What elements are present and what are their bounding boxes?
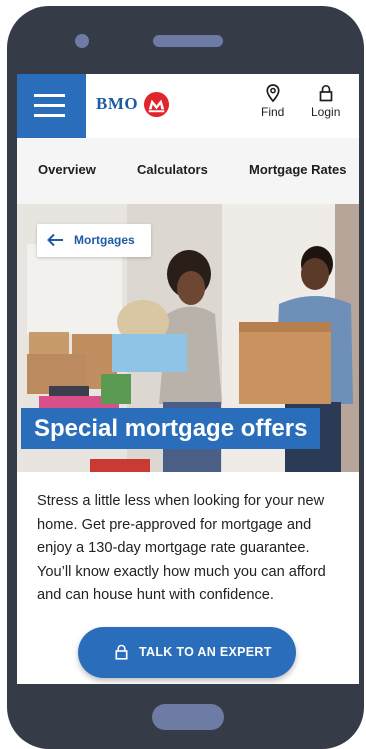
brand-logo-text[interactable]: BMO: [96, 94, 138, 114]
hero-banner: Mortgages Special mortgage offers: [17, 204, 359, 472]
tab-calculators[interactable]: Calculators: [137, 162, 208, 177]
lock-icon: [319, 84, 333, 102]
tab-overview[interactable]: Overview: [38, 162, 96, 177]
location-pin-icon: [266, 84, 280, 102]
login-button[interactable]: Login: [311, 84, 340, 119]
talk-to-expert-button[interactable]: TALK TO AN EXPERT: [78, 627, 296, 678]
lock-icon: [115, 644, 128, 660]
intro-paragraph: Stress a little less when looking for yo…: [37, 493, 326, 603]
login-label: Login: [311, 105, 341, 119]
top-header: BMO Find Login: [17, 74, 359, 138]
phone-frame: BMO Find Login Overview Calculators Mort…: [7, 6, 364, 749]
brand-roundel-icon: [143, 91, 170, 118]
menu-button[interactable]: [17, 74, 86, 138]
cta-label: TALK TO AN EXPERT: [139, 645, 272, 659]
speaker-slot: [153, 35, 223, 47]
menu-icon: [34, 94, 65, 97]
menu-icon: [34, 114, 65, 117]
back-link-label: Mortgages: [74, 233, 135, 247]
tab-mortgage-rates[interactable]: Mortgage Rates: [249, 162, 347, 177]
section-tabs: Overview Calculators Mortgage Rates: [17, 138, 359, 204]
hero-title: Special mortgage offers: [21, 408, 321, 449]
home-button[interactable]: [152, 704, 224, 730]
find-button[interactable]: Find: [261, 84, 284, 119]
menu-icon: [34, 104, 65, 107]
back-to-mortgages-link[interactable]: Mortgages: [37, 224, 151, 257]
find-label: Find: [261, 105, 285, 119]
camera-dot: [75, 34, 89, 48]
screen: BMO Find Login Overview Calculators Mort…: [17, 74, 359, 684]
arrow-left-icon: [47, 233, 63, 247]
